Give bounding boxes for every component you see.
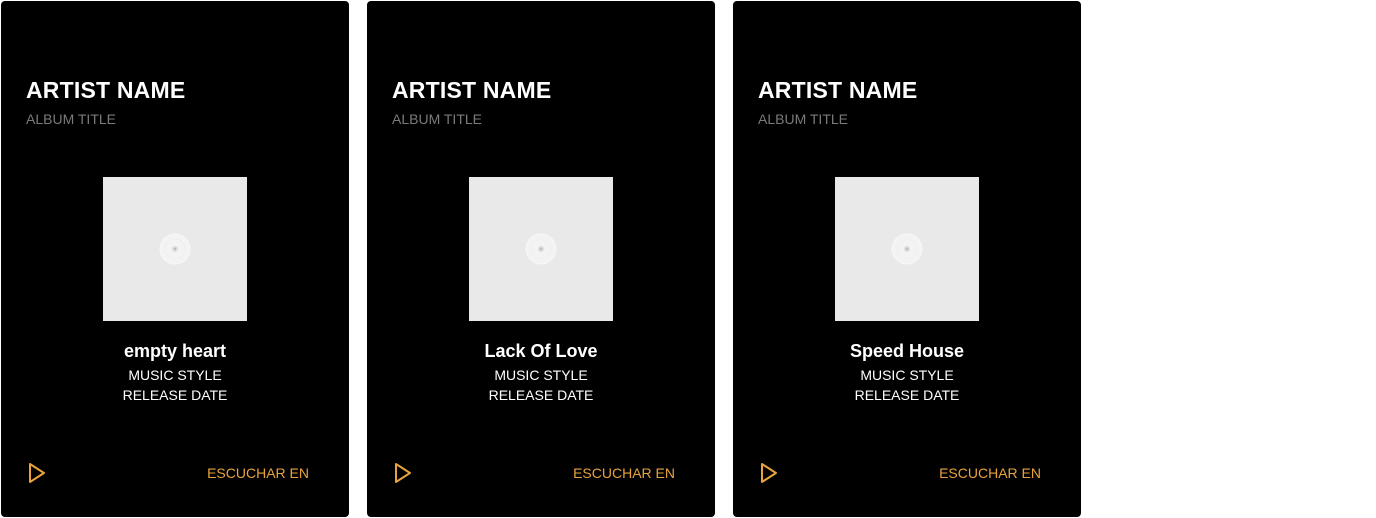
play-icon[interactable]	[27, 462, 47, 484]
play-icon[interactable]	[393, 462, 413, 484]
music-style: MUSIC STYLE	[128, 367, 222, 383]
release-date: RELEASE DATE	[854, 387, 960, 403]
release-date: RELEASE DATE	[488, 387, 594, 403]
music-style: MUSIC STYLE	[860, 367, 954, 383]
album-cover	[835, 177, 979, 321]
artist-name: ARTIST NAME	[758, 77, 918, 103]
artist-name: ARTIST NAME	[26, 77, 186, 103]
song-title: empty heart	[123, 341, 227, 361]
release-date: RELEASE DATE	[122, 387, 228, 403]
vinyl-placeholder-icon	[525, 233, 557, 265]
artist-name: ARTIST NAME	[392, 77, 552, 103]
song-title: Speed House	[849, 341, 965, 361]
music-card: ARTIST NAME ALBUM TITLE Lack Of Love MUS…	[367, 1, 715, 517]
vinyl-placeholder-icon	[891, 233, 923, 265]
music-card: ARTIST NAME ALBUM TITLE empty heart MUSI…	[1, 1, 349, 517]
music-card: ARTIST NAME ALBUM TITLE Speed House MUSI…	[733, 1, 1081, 517]
listen-on-link[interactable]: ESCUCHAR EN	[939, 465, 1041, 481]
listen-on-link[interactable]: ESCUCHAR EN	[573, 465, 675, 481]
music-card-list: ARTIST NAME ALBUM TITLE empty heart MUSI…	[0, 0, 1376, 518]
album-cover	[103, 177, 247, 321]
album-title: ALBUM TITLE	[392, 111, 482, 127]
album-title: ALBUM TITLE	[26, 111, 116, 127]
album-title: ALBUM TITLE	[758, 111, 848, 127]
play-icon[interactable]	[759, 462, 779, 484]
album-cover	[469, 177, 613, 321]
song-title: Lack Of Love	[484, 341, 598, 361]
music-style: MUSIC STYLE	[494, 367, 588, 383]
listen-on-link[interactable]: ESCUCHAR EN	[207, 465, 309, 481]
vinyl-placeholder-icon	[159, 233, 191, 265]
